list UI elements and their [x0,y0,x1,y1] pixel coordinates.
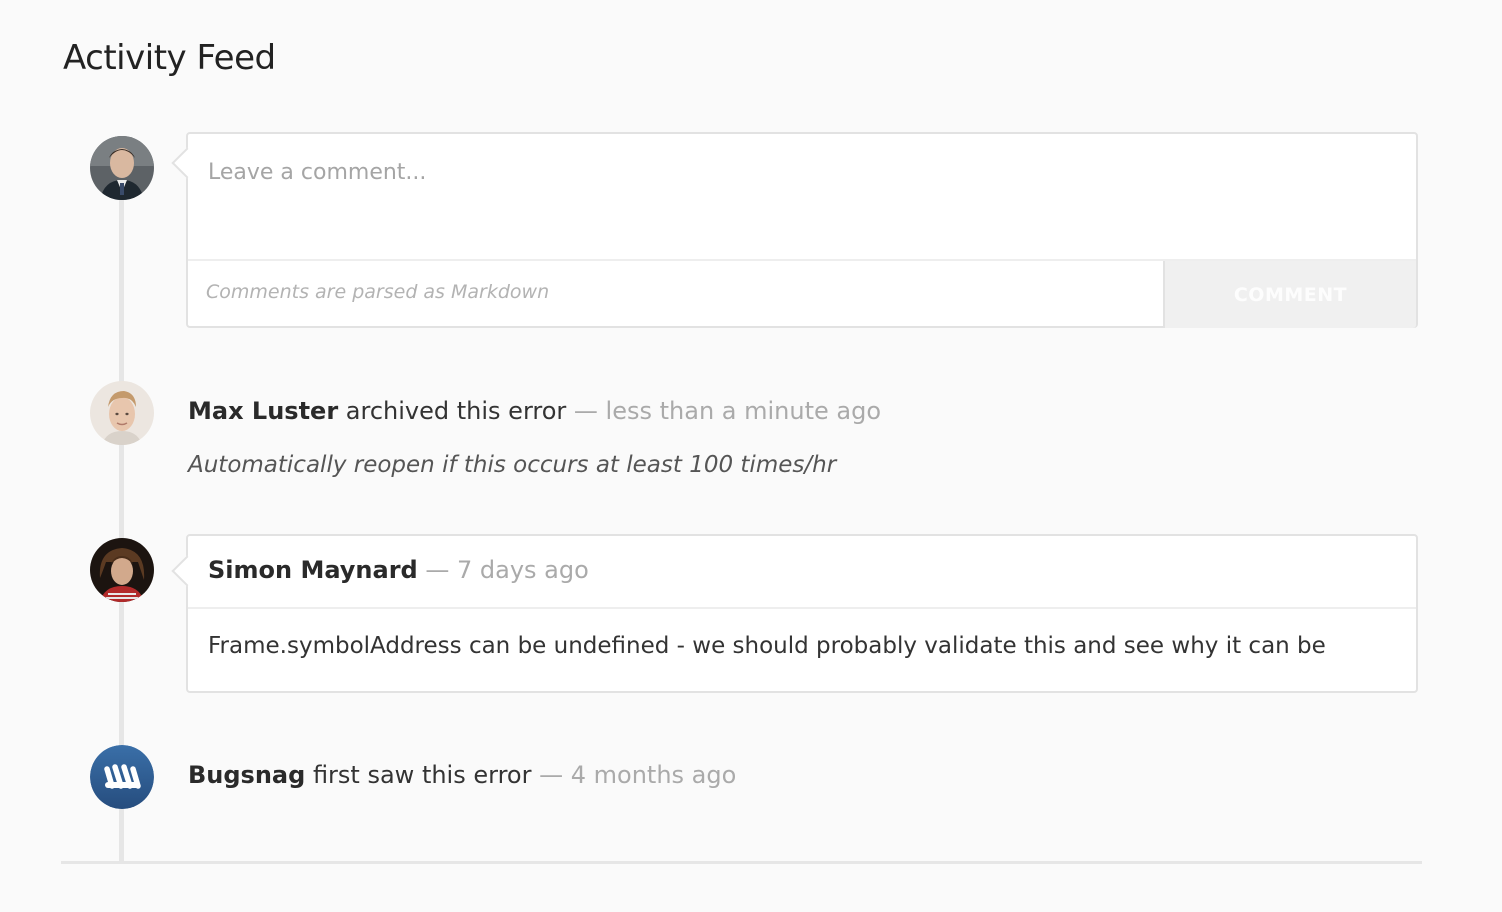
comment-footer: Comments are parsed as Markdown COMMENT [188,259,1416,328]
event-timestamp: less than a minute ago [605,397,882,425]
comment-body: Frame.symbolAddress can be undefined - w… [208,633,1326,659]
event-action: archived this error [338,397,567,425]
comment-card-header: Simon Maynard — 7 days ago [188,536,1416,609]
comment-submit-button[interactable]: COMMENT [1163,261,1416,328]
event-timestamp: 4 months ago [570,761,737,789]
event-separator: — [531,761,571,789]
comment-meta: Simon Maynard — 7 days ago [208,556,589,584]
simon-maynard-avatar[interactable] [90,538,154,602]
page-title: Activity Feed [63,38,276,78]
archive-event: Max Luster archived this error — less th… [188,397,881,425]
bottom-divider [61,861,1422,864]
event-author[interactable]: Bugsnag [188,761,305,789]
comment-timestamp: 7 days ago [457,556,589,584]
first-seen-event: Bugsnag first saw this error — 4 months … [188,761,736,789]
event-action: first saw this error [305,761,532,789]
comment-form: Comments are parsed as Markdown COMMENT [171,132,1418,328]
bugsnag-logo-icon [90,745,154,809]
archive-rule-note: Automatically reopen if this occurs at l… [188,452,837,478]
bugsnag-avatar [90,745,154,809]
current-user-avatar [90,136,154,200]
comment-input[interactable] [188,134,1416,258]
markdown-hint: Comments are parsed as Markdown [206,281,550,303]
max-luster-avatar[interactable] [90,381,154,445]
activity-feed-panel: Activity Feed Comments are parsed as Mar… [0,0,1502,912]
comment-author[interactable]: Simon Maynard [208,556,418,584]
event-separator: — [566,397,606,425]
comment-separator: — [417,556,457,584]
comment-card: Simon Maynard — 7 days ago Frame.symbolA… [171,534,1418,693]
event-author[interactable]: Max Luster [188,397,338,425]
